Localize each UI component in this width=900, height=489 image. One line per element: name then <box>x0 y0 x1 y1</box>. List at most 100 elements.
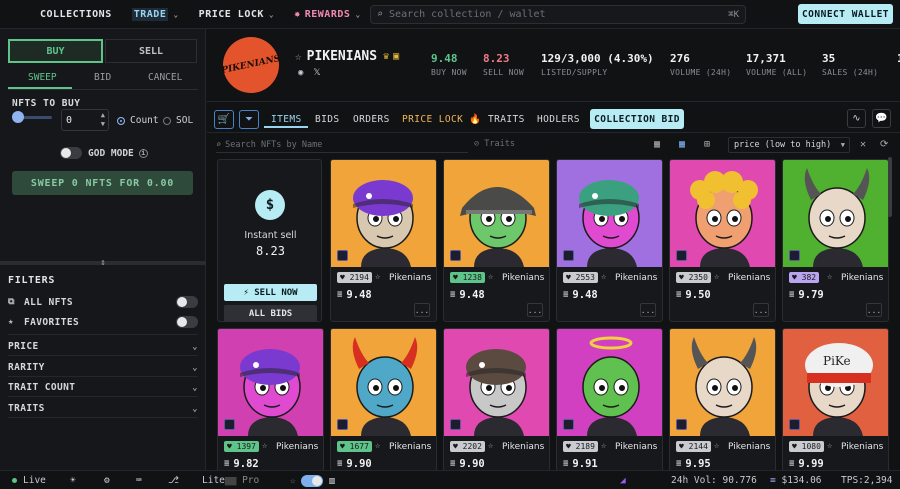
filter-price-label: PRICE <box>8 341 39 352</box>
nft-card[interactable]: ♥ 1397 ☆ Pikenians ≡9.82 ... <box>217 328 324 470</box>
collection-bid-button[interactable]: COLLECTION BID <box>590 109 684 129</box>
tab-traits[interactable]: TRAITS <box>488 114 525 125</box>
sell-now-button[interactable]: ⚡ SELL NOW <box>224 284 317 301</box>
cart-icon[interactable]: 🛒 <box>214 110 234 129</box>
nfts-to-buy-label: NFTS TO BUY <box>12 98 81 109</box>
nft-card[interactable]: ♥ 1238 ☆ Pikenians ≡ 9.48 ... <box>443 159 550 322</box>
info-icon[interactable]: i <box>138 148 148 158</box>
nft-card[interactable]: ♥ 2350 ☆ Pikenians ≡ 9.50 ... <box>669 159 776 322</box>
more-options-button[interactable]: ... <box>640 303 656 317</box>
instant-sell-label: Instant sell <box>244 230 297 241</box>
god-mode-toggle[interactable]: GOD MODE i <box>60 147 148 159</box>
close-icon[interactable]: ✕ <box>860 139 866 150</box>
sun-icon[interactable]: ☀ <box>70 475 76 486</box>
filter-icon[interactable]: ⏷ <box>239 110 259 129</box>
grid-large-icon[interactable]: ⊞ <box>704 139 710 150</box>
nft-card[interactable]: ♥ 2202 ☆ Pikenians ≡9.90 ... <box>443 328 550 470</box>
filter-traits[interactable]: TRAITS ⌄ <box>8 403 198 414</box>
refresh-icon[interactable]: ⟳ <box>880 139 888 150</box>
favorite-star-icon[interactable]: ☆ <box>295 50 302 63</box>
subtab-cancel[interactable]: CANCEL <box>148 72 182 83</box>
subtab-sweep[interactable]: SWEEP <box>28 72 57 83</box>
favorite-star-icon[interactable]: ☆ <box>262 441 267 451</box>
radio-count[interactable]: Count <box>117 115 159 126</box>
stat-value: 17,371 <box>746 52 786 65</box>
god-mode-switch[interactable] <box>60 147 82 159</box>
filter-all-nfts[interactable]: ⧉ ALL NFTS <box>8 296 198 308</box>
grid-medium-icon[interactable]: ▦ <box>679 139 685 150</box>
nav-item-2[interactable]: PRICE LOCK ⌄ <box>199 8 275 21</box>
more-options-button[interactable]: ... <box>414 303 430 317</box>
lite-pro-switch[interactable]: Lite▆▆ Pro <box>202 475 259 486</box>
favorite-star-icon[interactable]: ☆ <box>375 272 380 282</box>
sort-select[interactable]: price (low to high) ▼ <box>728 137 850 153</box>
collection-mini-icon <box>450 250 461 261</box>
favorite-star-icon[interactable]: ☆ <box>601 272 606 282</box>
solana-icon: ≡ <box>224 459 230 469</box>
nft-card[interactable]: ♥ 2144 ☆ Pikenians ≡9.95 ... <box>669 328 776 470</box>
nft-price: ≡ 9.91 <box>563 458 598 470</box>
sweep-button[interactable]: SWEEP 0 NFTS FOR 0.00 <box>12 171 193 195</box>
tab-price-lock[interactable]: PRICE LOCK 🔥 <box>402 114 482 125</box>
grid-scrollbar[interactable] <box>888 157 892 217</box>
eye-off-icon: ⊘ <box>474 139 480 149</box>
more-options-button[interactable]: ... <box>866 303 882 317</box>
collection-logo: PIKENIANS <box>217 31 285 99</box>
nav-item-0[interactable]: COLLECTIONS <box>40 8 112 21</box>
tab-bids[interactable]: BIDS <box>315 114 339 125</box>
buy-tab[interactable]: BUY <box>8 39 103 63</box>
favorites-toggle[interactable] <box>176 316 198 328</box>
connect-wallet-button[interactable]: CONNECT WALLET <box>798 4 893 24</box>
favorite-star-icon[interactable]: ☆ <box>375 441 380 451</box>
nft-card[interactable]: ♥ 2189 ☆ Pikenians ≡9.91 ... <box>556 328 663 470</box>
filter-price[interactable]: PRICE ⌄ <box>8 341 198 352</box>
favorite-star-icon[interactable]: ☆ <box>601 441 606 451</box>
nav-item-1[interactable]: TRADE ⌄ <box>131 7 179 21</box>
more-options-button[interactable]: ... <box>527 303 543 317</box>
all-bids-button[interactable]: ALL BIDS <box>224 305 317 322</box>
collection-search-input[interactable]: ⌕ Search collection / wallet ⌘K <box>370 5 746 24</box>
slider-knob[interactable] <box>12 111 24 123</box>
more-options-button[interactable]: ... <box>753 303 769 317</box>
subtab-bid[interactable]: BID <box>94 72 111 83</box>
nft-card[interactable]: ♥ 2194 ☆ Pikenians ≡ 9.48 ... <box>330 159 437 322</box>
all-nfts-toggle[interactable] <box>176 296 198 308</box>
sell-tab[interactable]: SELL <box>105 39 197 63</box>
nft-price: ≡ 9.82 <box>224 458 259 470</box>
favorite-star-icon[interactable]: ☆ <box>827 272 832 282</box>
grid-small-icon[interactable]: ▦ <box>654 139 660 150</box>
radio-sol[interactable]: SOL <box>163 115 193 126</box>
tab-orders[interactable]: ORDERS <box>353 114 390 125</box>
tab-items[interactable]: ITEMS <box>271 114 302 125</box>
favorite-star-icon[interactable]: ☆ <box>714 441 719 451</box>
filter-trait-count[interactable]: TRAIT COUNT ⌄ <box>8 382 198 393</box>
network-icon[interactable]: ⎇ <box>168 475 179 486</box>
favorite-star-icon[interactable]: ☆ <box>488 441 493 451</box>
filter-favorites[interactable]: ★ FAVORITES <box>8 316 198 328</box>
nft-card[interactable]: PiKe ♥ 1080 ☆ Pikenians ≡9.99 ... <box>782 328 889 470</box>
sweep-count-slider[interactable] <box>12 111 52 123</box>
activity-chart-icon[interactable]: ∿ <box>847 109 866 128</box>
gear-icon[interactable]: ⚙ <box>104 475 110 486</box>
twitter-icon[interactable]: 𝕏 <box>313 68 320 78</box>
chat-icon[interactable]: 💬 <box>872 109 891 128</box>
nft-card[interactable]: ♥ 2553 ☆ Pikenians ≡ 9.48 ... <box>556 159 663 322</box>
drag-handle-icon[interactable]: ⇕ <box>98 258 108 268</box>
stepper-arrows-icon[interactable]: ▲ ▼ <box>101 111 105 129</box>
nft-card[interactable]: ♥ 1677 ☆ Pikenians ≡9.90 ... <box>330 328 437 470</box>
stat-value: 9.48 <box>431 52 458 65</box>
nft-card[interactable]: ♥ 382 ☆ Pikenians ≡ 9.79 ... <box>782 159 889 322</box>
nft-search-input[interactable]: ⌕ Search NFTs by Name <box>216 138 468 153</box>
view-toggle[interactable]: ☆ ▥ <box>290 475 335 487</box>
keyboard-icon[interactable]: ⌨ <box>136 475 142 486</box>
favorite-star-icon[interactable]: ☆ <box>827 441 832 451</box>
traits-filter[interactable]: ⊘ Traits <box>474 139 515 149</box>
tab-hodlers[interactable]: HODLERS <box>537 114 580 125</box>
globe-icon[interactable]: ◉ <box>298 68 303 78</box>
favorite-star-icon[interactable]: ☆ <box>488 272 493 282</box>
stat-0: 9.48 BUY NOW <box>431 52 467 77</box>
filter-rarity[interactable]: RARITY ⌄ <box>8 362 198 373</box>
count-input[interactable]: 0 ▲ ▼ <box>61 109 109 131</box>
nav-item-3[interactable]: ✸ REWARDS ⌄ <box>294 8 361 21</box>
favorite-star-icon[interactable]: ☆ <box>714 272 719 282</box>
